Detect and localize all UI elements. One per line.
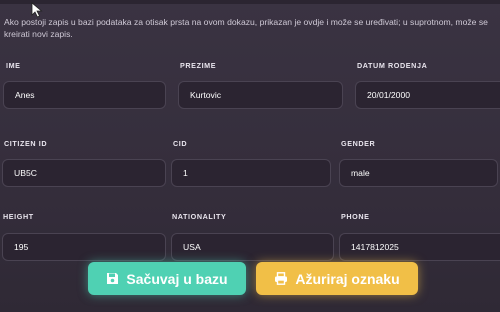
- nationality-field[interactable]: USA: [171, 233, 334, 261]
- save-button-label: Sačuvaj u bazu: [126, 270, 228, 287]
- top-bar: [0, 0, 500, 4]
- info-text: Ako postoji zapis u bazi podataka za oti…: [4, 17, 488, 39]
- label-phone: PHONE: [341, 212, 370, 221]
- citizen-id-field[interactable]: UB5C: [2, 159, 166, 187]
- label-cid: CID: [173, 139, 188, 148]
- label-gender: GENDER: [341, 139, 376, 148]
- gender-field[interactable]: male: [339, 159, 498, 187]
- update-tag-button[interactable]: Ažuriraj oznaku: [256, 262, 418, 295]
- label-nationality: NATIONALITY: [172, 212, 227, 221]
- label-prezime: PREZIME: [180, 61, 217, 70]
- printer-icon: [275, 272, 288, 285]
- update-button-label: Ažuriraj oznaku: [295, 270, 400, 287]
- cid-field[interactable]: 1: [171, 159, 331, 187]
- save-to-database-button[interactable]: Sačuvaj u bazu: [88, 262, 246, 295]
- floppy-disk-icon: [107, 273, 119, 284]
- prezime-field[interactable]: Kurtovic: [178, 81, 343, 109]
- label-datum-rodenja: DATUM RODENJA: [357, 61, 428, 70]
- datum-rodenja-field[interactable]: 20/01/2000: [355, 81, 500, 109]
- fingerprint-record-form: Ako postoji zapis u bazi podataka za oti…: [0, 0, 500, 312]
- label-citizen-id: CITIZEN ID: [4, 139, 48, 148]
- label-height: HEIGHT: [3, 212, 34, 221]
- label-ime: IME: [6, 61, 21, 70]
- height-field[interactable]: 195: [2, 233, 166, 261]
- ime-field[interactable]: Anes: [3, 81, 166, 109]
- phone-field[interactable]: 1417812025: [339, 233, 500, 261]
